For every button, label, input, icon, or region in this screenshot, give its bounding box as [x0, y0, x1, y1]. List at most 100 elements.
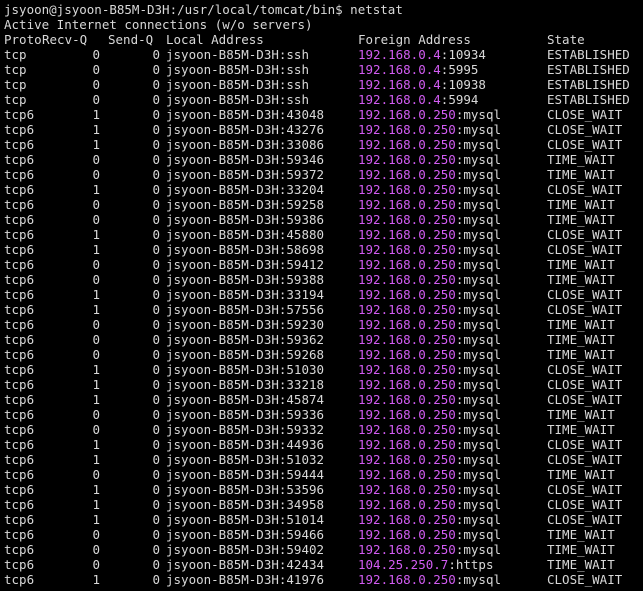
foreign-ip: 192.168.0.250 — [358, 152, 456, 167]
foreign-port: :mysql — [455, 182, 501, 197]
local-address-cell: jsyoon-B85M-D3H:59258 — [166, 197, 325, 212]
local-address-cell: jsyoon-B85M-D3H:59346 — [166, 152, 325, 167]
foreign-port: :mysql — [455, 527, 501, 542]
local-address-cell: jsyoon-B85M-D3H:59412 — [166, 257, 325, 272]
proto-cell: tcp6 — [4, 362, 35, 377]
sendq-cell: 0 — [152, 47, 160, 62]
recvq-cell: 0 — [92, 197, 100, 212]
proto-cell: tcp6 — [4, 287, 35, 302]
proto-cell: tcp6 — [4, 332, 35, 347]
foreign-address-cell: 192.168.0.250:mysql — [358, 317, 501, 332]
foreign-port: :mysql — [455, 272, 501, 287]
foreign-address-cell: 192.168.0.250:mysql — [358, 377, 501, 392]
proto-cell: tcp6 — [4, 572, 35, 587]
foreign-port: :mysql — [455, 422, 501, 437]
foreign-ip: 192.168.0.250 — [358, 137, 456, 152]
foreign-address-cell: 192.168.0.250:mysql — [358, 152, 501, 167]
state-cell: CLOSE_WAIT — [547, 437, 623, 452]
header-state: State — [547, 32, 585, 47]
sendq-cell: 0 — [152, 302, 160, 317]
column-header-row: Proto Recv-Q Send-Q Local Address Foreig… — [4, 32, 643, 47]
recvq-cell: 0 — [92, 332, 100, 347]
proto-cell: tcp6 — [4, 257, 35, 272]
sendq-cell: 0 — [152, 422, 160, 437]
state-cell: TIME_WAIT — [547, 272, 615, 287]
foreign-ip: 192.168.0.250 — [358, 452, 456, 467]
foreign-port: :mysql — [455, 137, 501, 152]
sendq-cell: 0 — [152, 527, 160, 542]
foreign-address-cell: 192.168.0.250:mysql — [358, 257, 501, 272]
recvq-cell: 0 — [92, 422, 100, 437]
proto-cell: tcp6 — [4, 347, 35, 362]
sendq-cell: 0 — [152, 272, 160, 287]
local-address-cell: jsyoon-B85M-D3H:ssh — [166, 92, 309, 107]
foreign-ip: 192.168.0.250 — [358, 122, 456, 137]
local-address-cell: jsyoon-B85M-D3H:33194 — [166, 287, 325, 302]
foreign-port: :mysql — [455, 242, 501, 257]
sendq-cell: 0 — [152, 467, 160, 482]
header-foreign-address: Foreign Address — [358, 32, 471, 47]
foreign-address-cell: 192.168.0.250:mysql — [358, 527, 501, 542]
recvq-cell: 1 — [92, 182, 100, 197]
proto-cell: tcp6 — [4, 107, 35, 122]
recvq-cell: 0 — [92, 467, 100, 482]
foreign-ip: 192.168.0.250 — [358, 362, 456, 377]
local-address-cell: jsyoon-B85M-D3H:ssh — [166, 77, 309, 92]
proto-cell: tcp — [4, 62, 27, 77]
connection-row: tcp6 0 0 jsyoon-B85M-D3H:59386 192.168.0.250… — [4, 212, 643, 227]
sendq-cell: 0 — [152, 317, 160, 332]
recvq-cell: 0 — [92, 62, 100, 77]
recvq-cell: 1 — [92, 437, 100, 452]
local-address-cell: jsyoon-B85M-D3H:58698 — [166, 242, 325, 257]
sendq-cell: 0 — [152, 242, 160, 257]
foreign-port: :mysql — [455, 452, 501, 467]
foreign-port: :mysql — [455, 512, 501, 527]
foreign-address-cell: 192.168.0.250:mysql — [358, 542, 501, 557]
sendq-cell: 0 — [152, 92, 160, 107]
state-cell: CLOSE_WAIT — [547, 302, 623, 317]
local-address-cell: jsyoon-B85M-D3H:ssh — [166, 47, 309, 62]
sendq-cell: 0 — [152, 347, 160, 362]
foreign-ip: 192.168.0.250 — [358, 407, 456, 422]
state-cell: CLOSE_WAIT — [547, 572, 623, 587]
local-address-cell: jsyoon-B85M-D3H:59372 — [166, 167, 325, 182]
local-address-cell: jsyoon-B85M-D3H:59444 — [166, 467, 325, 482]
foreign-ip: 192.168.0.250 — [358, 302, 456, 317]
local-address-cell: jsyoon-B85M-D3H:33218 — [166, 377, 325, 392]
foreign-port: :mysql — [455, 122, 501, 137]
state-cell: CLOSE_WAIT — [547, 122, 623, 137]
state-cell: ESTABLISHED — [547, 62, 630, 77]
terminal-window[interactable]: jsyoon@jsyoon-B85M-D3H:/usr/local/tomcat… — [0, 0, 643, 591]
header-local-address: Local Address — [166, 32, 264, 47]
foreign-address-cell: 192.168.0.250:mysql — [358, 107, 501, 122]
connection-row: tcp6 0 0 jsyoon-B85M-D3H:42434 104.25.250.7:… — [4, 557, 643, 572]
proto-cell: tcp6 — [4, 557, 35, 572]
proto-cell: tcp — [4, 92, 27, 107]
connection-row: tcp6 1 0 jsyoon-B85M-D3H:45880 192.168.0.250… — [4, 227, 643, 242]
proto-cell: tcp6 — [4, 167, 35, 182]
local-address-cell: jsyoon-B85M-D3H:41976 — [166, 572, 325, 587]
recvq-cell: 1 — [92, 122, 100, 137]
sendq-cell: 0 — [152, 227, 160, 242]
foreign-address-cell: 192.168.0.250:mysql — [358, 332, 501, 347]
recvq-cell: 0 — [92, 152, 100, 167]
foreign-address-cell: 192.168.0.250:mysql — [358, 182, 501, 197]
foreign-port: :5995 — [440, 62, 479, 77]
foreign-address-cell: 192.168.0.250:mysql — [358, 302, 501, 317]
connection-row: tcp 0 0 jsyoon-B85M-D3H:ssh 192.168.0.4:5994… — [4, 92, 643, 107]
foreign-ip: 192.168.0.250 — [358, 422, 456, 437]
proto-cell: tcp6 — [4, 122, 35, 137]
connection-row: tcp6 0 0 jsyoon-B85M-D3H:59230 192.168.0.250… — [4, 317, 643, 332]
proto-cell: tcp6 — [4, 407, 35, 422]
state-cell: CLOSE_WAIT — [547, 227, 623, 242]
state-cell: TIME_WAIT — [547, 152, 615, 167]
sendq-cell: 0 — [152, 167, 160, 182]
foreign-port: :mysql — [455, 257, 501, 272]
foreign-address-cell: 192.168.0.250:mysql — [358, 512, 501, 527]
state-cell: CLOSE_WAIT — [547, 107, 623, 122]
foreign-port: :mysql — [455, 437, 501, 452]
proto-cell: tcp6 — [4, 377, 35, 392]
foreign-address-cell: 192.168.0.250:mysql — [358, 287, 501, 302]
foreign-address-cell: 192.168.0.250:mysql — [358, 242, 501, 257]
connection-row: tcp6 1 0 jsyoon-B85M-D3H:43276 192.168.0.250… — [4, 122, 643, 137]
